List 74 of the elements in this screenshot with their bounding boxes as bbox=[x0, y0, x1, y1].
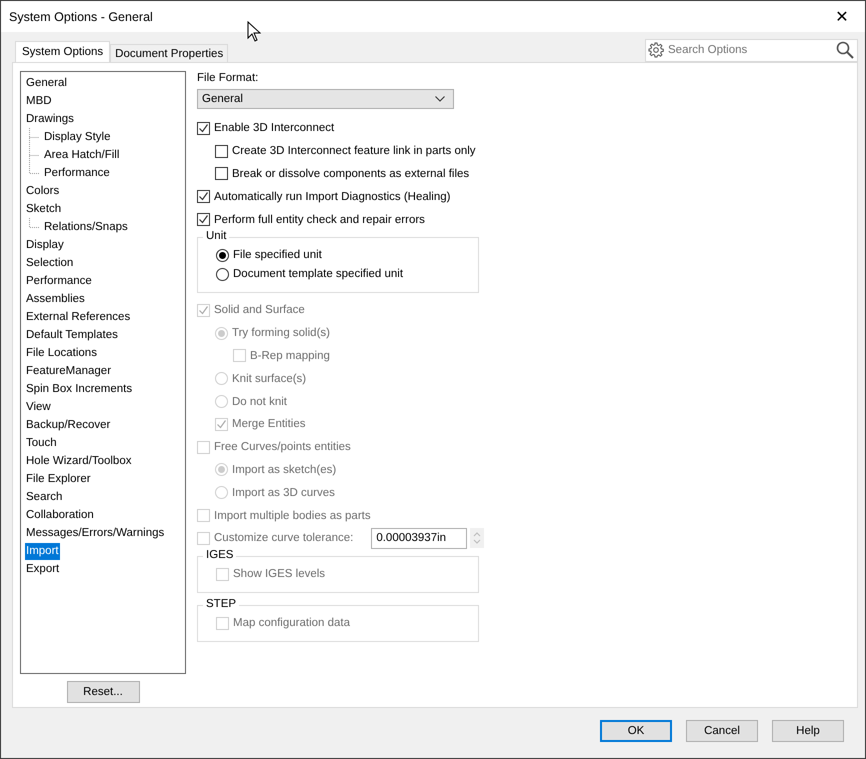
tree-item[interactable]: File Explorer bbox=[25, 470, 92, 488]
close-button[interactable]: ✕ bbox=[819, 1, 865, 32]
option-label: B-Rep mapping bbox=[250, 350, 330, 362]
tree-item[interactable]: Default Templates bbox=[25, 326, 119, 344]
group-title: STEP bbox=[203, 598, 240, 610]
tree-item[interactable]: Hole Wizard/Toolbox bbox=[25, 452, 132, 470]
tree-item[interactable]: Touch bbox=[25, 434, 58, 452]
tree-item[interactable]: Export bbox=[25, 560, 60, 578]
reset-button[interactable]: Reset... bbox=[66, 681, 140, 703]
tree-item[interactable]: Drawings bbox=[25, 110, 75, 128]
tree-item[interactable]: Collaboration bbox=[25, 506, 95, 524]
file-format-label: File Format: bbox=[197, 72, 260, 86]
window-title: System Options - General bbox=[9, 10, 153, 24]
checkbox[interactable] bbox=[197, 190, 210, 204]
radio-button[interactable] bbox=[216, 248, 229, 262]
tree-item[interactable]: Performance bbox=[25, 272, 93, 290]
checkbox[interactable] bbox=[215, 167, 228, 180]
tree-item[interactable]: Colors bbox=[25, 182, 60, 200]
option-label: Create 3D Interconnect feature link in parts only bbox=[232, 145, 476, 158]
tree-item[interactable]: FeatureManager bbox=[25, 362, 112, 380]
tree-item[interactable]: Area Hatch/Fill bbox=[43, 146, 120, 164]
tree-item[interactable]: Relations/Snaps bbox=[43, 218, 129, 236]
option-label: Map configuration data bbox=[233, 617, 350, 630]
option-label: Import as 3D curves bbox=[232, 486, 335, 499]
option-label: Solid and Surface bbox=[214, 304, 305, 316]
option-label: Break or dissolve components as external files bbox=[232, 168, 470, 180]
tree-connector bbox=[29, 218, 39, 228]
option-label: Free Curves/points entities bbox=[214, 441, 351, 454]
tree-item[interactable]: Sketch bbox=[25, 200, 62, 218]
option-label: Show IGES levels bbox=[233, 568, 326, 580]
tree-item[interactable]: Performance bbox=[43, 164, 111, 182]
tree-item[interactable]: External References bbox=[25, 308, 132, 326]
radio-button[interactable] bbox=[216, 268, 229, 281]
option-label: File specified unit bbox=[233, 249, 322, 262]
checkbox[interactable] bbox=[197, 213, 210, 226]
tab[interactable]: System Options bbox=[15, 41, 110, 62]
search-field[interactable]: Search Options bbox=[645, 38, 858, 62]
checkbox[interactable] bbox=[215, 144, 228, 158]
dialog-button[interactable]: Help bbox=[772, 720, 844, 742]
option-label: Merge Entities bbox=[232, 418, 306, 430]
group-title: IGES bbox=[203, 548, 236, 561]
tree-item[interactable]: Messages/Errors/Warnings bbox=[25, 524, 166, 542]
tree-item[interactable]: Import bbox=[25, 542, 60, 560]
file-format-dropdown[interactable]: General bbox=[197, 89, 454, 109]
tree-item[interactable]: Spin Box Increments bbox=[25, 380, 134, 398]
group-title: Unit bbox=[203, 230, 230, 242]
spinner-icon[interactable] bbox=[470, 528, 484, 548]
option-label: Document template specified unit bbox=[233, 268, 404, 280]
settings-icon bbox=[648, 42, 664, 58]
checkbox[interactable] bbox=[197, 122, 210, 135]
option-label: Enable 3D Interconnect bbox=[214, 122, 334, 134]
dialog-button[interactable]: Cancel bbox=[686, 720, 758, 742]
tab[interactable]: Document Properties bbox=[110, 44, 228, 62]
tree-item[interactable]: Assemblies bbox=[25, 290, 86, 308]
option-label: Automatically run Import Diagnostics (Healing) bbox=[214, 190, 450, 203]
tree-item[interactable]: General bbox=[25, 74, 68, 92]
dialog-button[interactable]: OK bbox=[600, 720, 672, 742]
tree-item[interactable]: Search bbox=[25, 488, 64, 506]
tree-item[interactable]: View bbox=[25, 398, 52, 416]
option-label: Knit surface(s) bbox=[232, 372, 306, 385]
tree-item[interactable]: Display bbox=[25, 236, 65, 254]
tree-item[interactable]: Backup/Recover bbox=[25, 416, 112, 434]
tree-item[interactable]: MBD bbox=[25, 92, 53, 110]
tree-item[interactable]: File Locations bbox=[25, 344, 98, 362]
tree-item[interactable]: Display Style bbox=[43, 128, 112, 146]
search-icon[interactable] bbox=[836, 40, 854, 58]
option-label: Perform full entity check and repair errors bbox=[214, 214, 425, 226]
option-label: Import multiple bodies as parts bbox=[214, 510, 371, 522]
tree-item[interactable]: Selection bbox=[25, 254, 74, 272]
option-label: Import as sketch(es) bbox=[232, 464, 336, 476]
option-label: Try forming solid(s) bbox=[232, 327, 330, 340]
option-label: Customize curve tolerance: bbox=[214, 532, 354, 544]
option-label: Do not knit bbox=[232, 396, 287, 408]
chevron-down-icon bbox=[435, 96, 445, 102]
